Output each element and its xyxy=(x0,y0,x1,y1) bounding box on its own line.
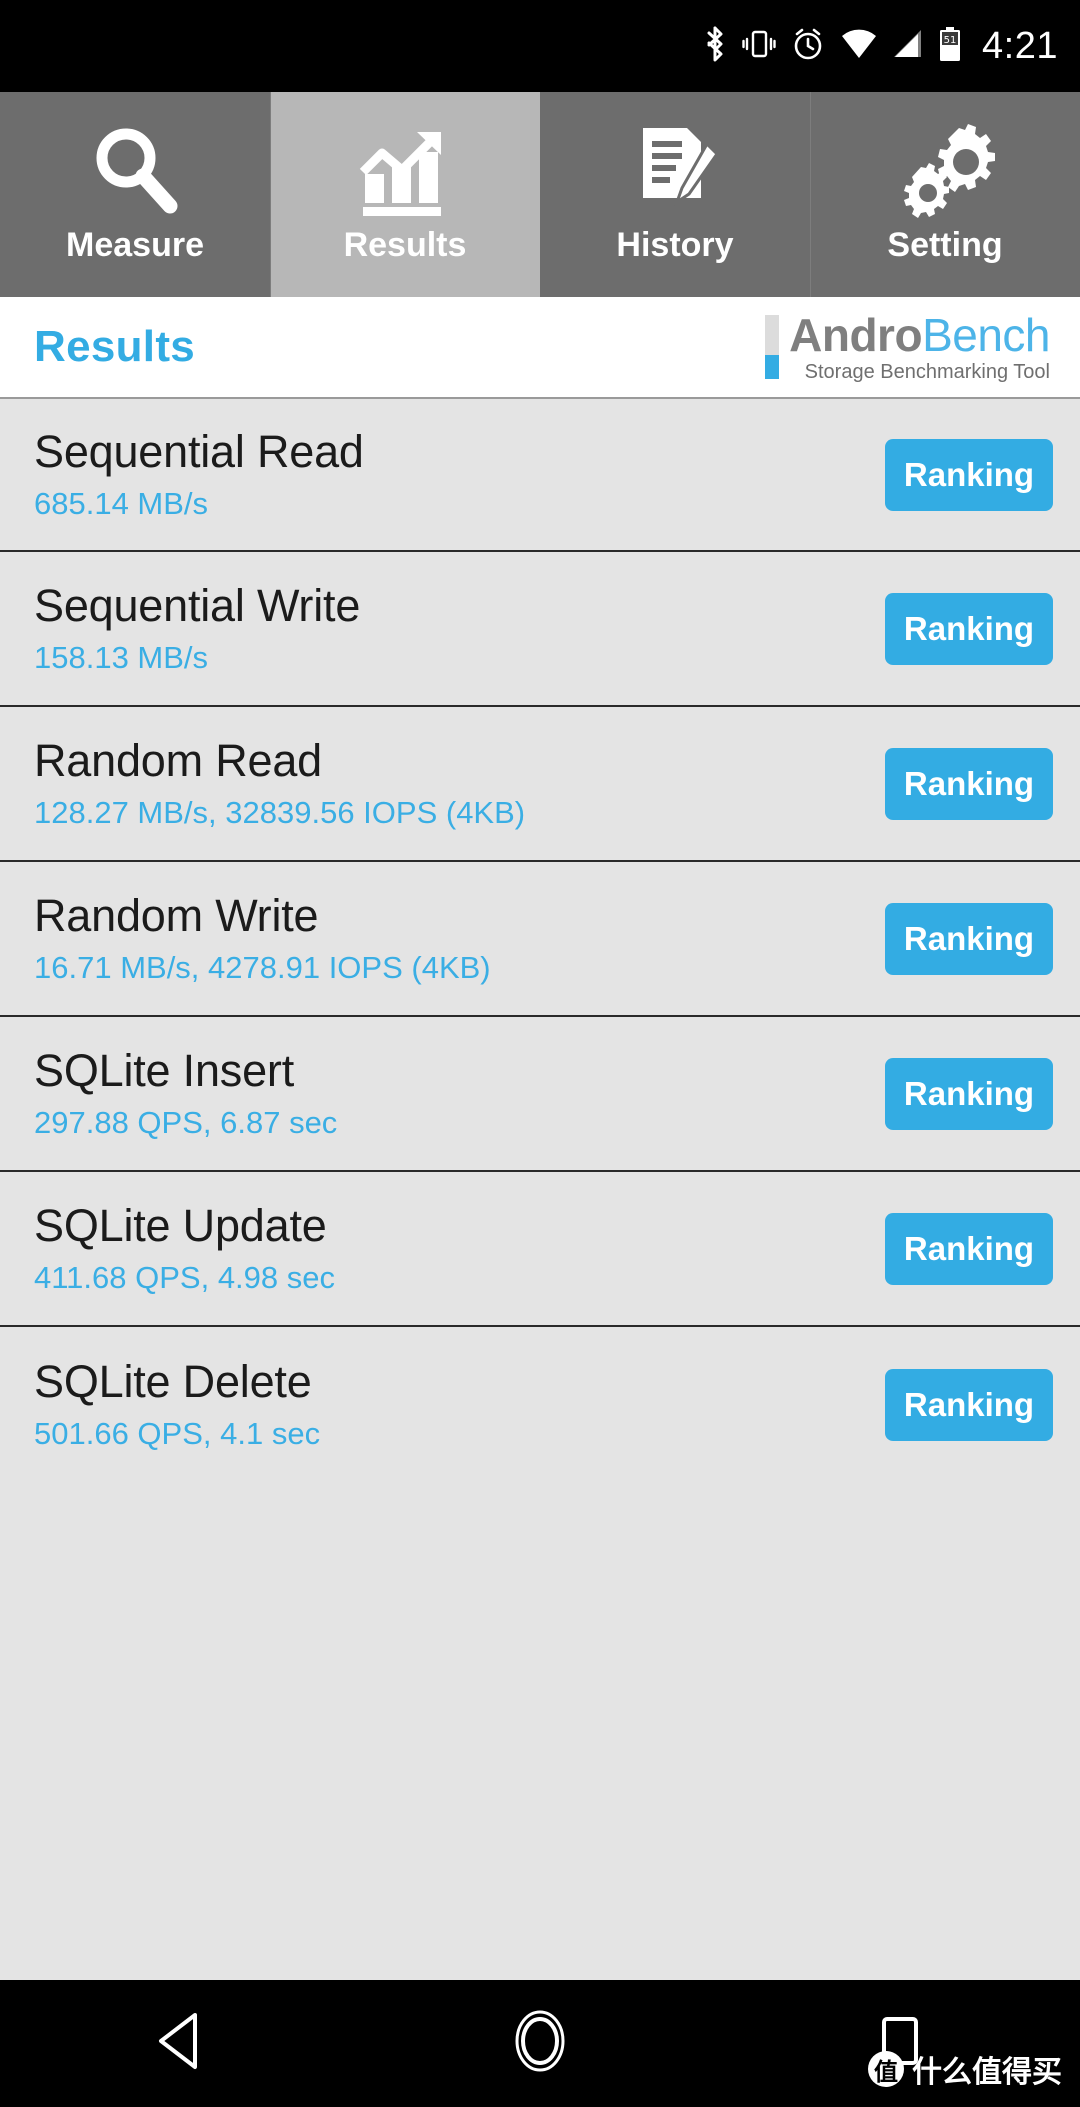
ranking-button[interactable]: Ranking xyxy=(885,1057,1053,1130)
table-row[interactable]: Random Write 16.71 MB/s, 4278.91 IOPS (4… xyxy=(0,862,1080,1017)
wifi-icon xyxy=(840,28,878,65)
tab-measure-label: Measure xyxy=(66,226,204,264)
table-row[interactable]: Sequential Read 685.14 MB/s Ranking xyxy=(0,397,1080,552)
table-row[interactable]: SQLite Update 411.68 QPS, 4.98 sec Ranki… xyxy=(0,1172,1080,1327)
results-list: Sequential Read 685.14 MB/s Ranking Sequ… xyxy=(0,397,1080,1980)
tab-results-label: Results xyxy=(343,226,467,264)
tab-measure[interactable]: Measure xyxy=(0,92,270,297)
ranking-button[interactable]: Ranking xyxy=(885,747,1053,820)
logo-primary: Andro xyxy=(789,309,923,361)
result-value: 685.14 MB/s xyxy=(34,485,209,521)
watermark: 值 什么值得买 xyxy=(868,2047,1062,2091)
android-navigation-bar: 值 什么值得买 xyxy=(0,1980,1080,2107)
vibrate-icon xyxy=(742,27,776,66)
bluetooth-icon xyxy=(702,25,728,68)
home-circle-icon xyxy=(509,2010,571,2077)
document-pen-icon xyxy=(627,118,723,222)
result-title: SQLite Insert xyxy=(34,1044,295,1096)
result-title: Sequential Read xyxy=(34,425,364,477)
result-title: Sequential Write xyxy=(34,579,361,631)
logo-secondary: Bench xyxy=(922,309,1050,361)
result-value: 128.27 MB/s, 32839.56 IOPS (4KB) xyxy=(34,794,526,830)
ranking-button[interactable]: Ranking xyxy=(885,902,1053,975)
watermark-text: 什么值得买 xyxy=(912,2055,1062,2090)
result-value: 297.88 QPS, 6.87 sec xyxy=(34,1104,338,1140)
svg-text:51: 51 xyxy=(944,35,957,46)
ranking-button[interactable]: Ranking xyxy=(885,438,1053,511)
logo-tagline: Storage Benchmarking Tool xyxy=(804,361,1050,383)
result-value: 411.68 QPS, 4.98 sec xyxy=(34,1259,336,1295)
back-triangle-icon xyxy=(153,2011,207,2076)
status-clock: 4:21 xyxy=(982,25,1058,67)
nav-back-button[interactable] xyxy=(60,1980,300,2107)
nav-home-button[interactable] xyxy=(420,1980,660,2107)
androbench-logo: AndroBench Storage Benchmarking Tool xyxy=(765,311,1050,383)
logo-bar-icon xyxy=(765,315,780,379)
alarm-icon xyxy=(790,26,826,67)
cellular-signal-icon xyxy=(892,28,924,65)
tab-setting[interactable]: Setting xyxy=(810,92,1080,297)
result-title: Random Read xyxy=(34,734,322,786)
tab-results[interactable]: Results xyxy=(270,92,540,297)
result-title: SQLite Update xyxy=(34,1199,327,1251)
bar-chart-icon xyxy=(355,118,455,222)
result-value: 158.13 MB/s xyxy=(34,639,209,675)
tab-history-label: History xyxy=(616,226,734,264)
gears-icon xyxy=(895,118,995,222)
table-row[interactable]: Sequential Write 158.13 MB/s Ranking xyxy=(0,552,1080,707)
table-row[interactable]: Random Read 128.27 MB/s, 32839.56 IOPS (… xyxy=(0,707,1080,862)
magnifier-icon xyxy=(87,118,183,222)
page-title: Results xyxy=(34,322,196,371)
status-bar: 51 4:21 xyxy=(0,0,1080,92)
battery-icon: 51 xyxy=(938,26,962,67)
tab-history[interactable]: History xyxy=(540,92,810,297)
result-value: 16.71 MB/s, 4278.91 IOPS (4KB) xyxy=(34,949,491,985)
tab-setting-label: Setting xyxy=(887,226,1003,264)
result-title: SQLite Delete xyxy=(34,1355,312,1407)
page-header: Results AndroBench Storage Benchmarking … xyxy=(0,297,1080,397)
watermark-mark: 值 xyxy=(868,2051,904,2087)
table-row[interactable]: SQLite Insert 297.88 QPS, 6.87 sec Ranki… xyxy=(0,1017,1080,1172)
result-title: Random Write xyxy=(34,889,319,941)
tab-bar: Measure Results History Setting xyxy=(0,92,1080,297)
table-row[interactable]: SQLite Delete 501.66 QPS, 4.1 sec Rankin… xyxy=(0,1327,1080,1482)
ranking-button[interactable]: Ranking xyxy=(885,1368,1053,1441)
ranking-button[interactable]: Ranking xyxy=(885,592,1053,665)
result-value: 501.66 QPS, 4.1 sec xyxy=(34,1415,321,1451)
ranking-button[interactable]: Ranking xyxy=(885,1212,1053,1285)
